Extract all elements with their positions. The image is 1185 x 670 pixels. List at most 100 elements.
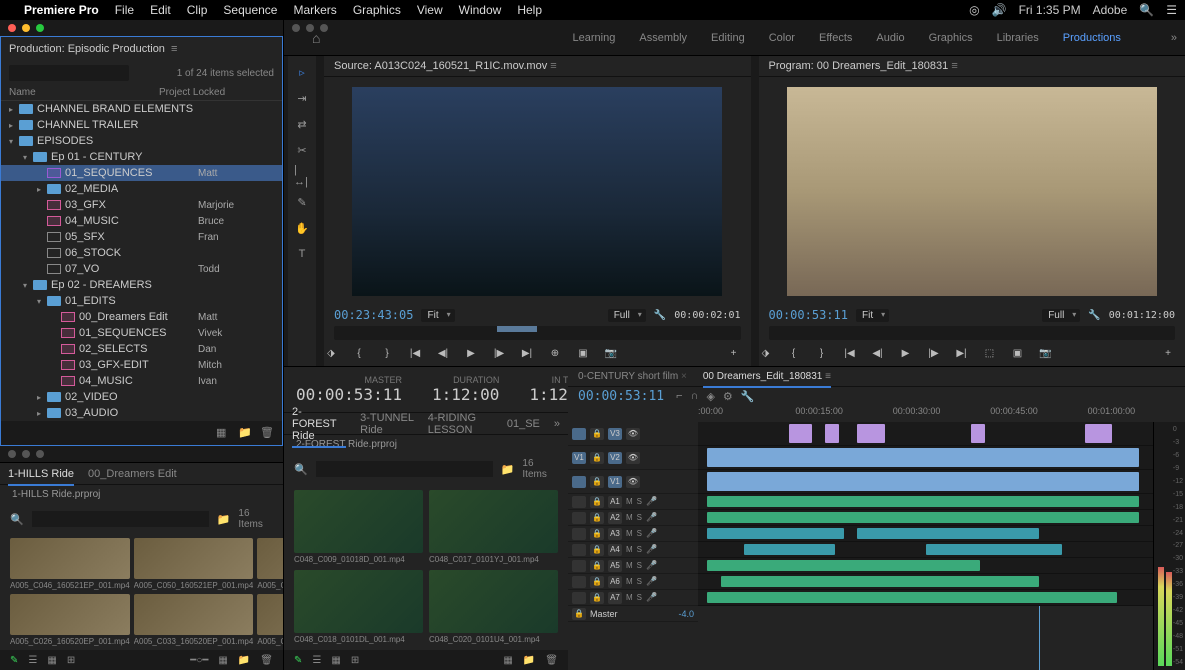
icon-view-icon[interactable]: ▦ <box>47 655 56 666</box>
insert-icon[interactable]: ⊕ <box>548 346 562 360</box>
audio-track-header[interactable]: 🔒A2M S 🎤 <box>568 510 698 526</box>
play-icon[interactable]: ▶ <box>899 346 913 360</box>
overwrite-icon[interactable]: ▣ <box>576 346 590 360</box>
lock-icon[interactable]: 🔒 <box>590 592 604 604</box>
button-editor-icon[interactable]: + <box>727 346 741 360</box>
timeline-clip[interactable] <box>789 424 812 443</box>
timeline-clip[interactable] <box>744 544 835 555</box>
source-patch[interactable] <box>572 544 586 556</box>
clip-thumbnail[interactable]: A005_C057_160521EP_001.mp4 <box>257 538 283 590</box>
panel-menu-icon[interactable]: ≡ <box>171 43 177 55</box>
tab-riding[interactable]: 4-RIDING LESSON <box>428 412 493 436</box>
type-icon[interactable]: T <box>294 246 310 262</box>
search-icon[interactable]: 🔍 <box>10 513 24 526</box>
slip-icon[interactable]: |↔| <box>294 168 310 184</box>
source-tc-left[interactable]: 00:23:43:05 <box>334 308 413 322</box>
track-target[interactable]: A1 <box>608 496 622 508</box>
new-item-icon[interactable]: ▦ <box>216 426 230 440</box>
tree-item[interactable]: 02_SELECTSDan <box>1 341 282 357</box>
menu-graphics[interactable]: Graphics <box>353 3 401 17</box>
timeline-clip[interactable] <box>971 424 985 443</box>
mark-out-icon[interactable]: { <box>352 346 366 360</box>
timeline-clip[interactable] <box>707 496 1139 507</box>
trash-icon[interactable]: 🗑 <box>545 655 558 666</box>
toggle-output[interactable]: 👁 <box>626 428 640 440</box>
timeline-clip[interactable] <box>1085 424 1112 443</box>
expand-icon[interactable]: ▸ <box>37 409 47 418</box>
tree-item[interactable]: ▸03_AUDIO <box>1 405 282 421</box>
new-item-icon[interactable]: ▦ <box>503 655 512 666</box>
menu-file[interactable]: File <box>115 3 134 17</box>
lift-icon[interactable]: ⬚ <box>983 346 997 360</box>
icon-view-icon[interactable]: ▦ <box>331 655 340 666</box>
clip-thumbnail[interactable]: A005_C032_160520EP_001.mp4 <box>257 594 283 646</box>
lock-icon[interactable]: 🔒 <box>590 476 604 488</box>
close-icon[interactable] <box>292 24 300 32</box>
step-back-icon[interactable]: ◀| <box>436 346 450 360</box>
toggle-output[interactable]: 👁 <box>626 476 640 488</box>
timeline-clip[interactable] <box>707 592 1117 603</box>
filter-input[interactable] <box>32 511 209 527</box>
expand-icon[interactable]: ▸ <box>9 121 19 130</box>
track-target[interactable]: A5 <box>608 560 622 572</box>
tree-item[interactable]: 04_MUSICIvan <box>1 373 282 389</box>
audio-lane[interactable] <box>698 558 1153 574</box>
audio-lane[interactable] <box>698 590 1153 606</box>
track-target[interactable]: V2 <box>608 452 622 464</box>
timeline-clip[interactable] <box>707 512 1139 523</box>
clip-thumbnail[interactable]: C048_C020_0101U4_001.mp4 <box>429 570 558 644</box>
col-name[interactable]: Name <box>9 87 159 98</box>
zoom-slider[interactable]: ━○━ <box>190 655 208 666</box>
list-view-icon[interactable]: ☰ <box>28 655 37 666</box>
menu-icon[interactable]: ☰ <box>1166 3 1177 17</box>
go-out-icon[interactable]: ▶| <box>520 346 534 360</box>
workspace-graphics[interactable]: Graphics <box>929 32 973 44</box>
audio-track-header[interactable]: 🔒A1M S 🎤 <box>568 494 698 510</box>
video-track-header[interactable]: 🔒V3👁 <box>568 422 698 446</box>
mic-icon[interactable]: 🎤 <box>646 512 657 523</box>
expand-icon[interactable]: ▸ <box>37 185 47 194</box>
full-select[interactable]: Full <box>1042 309 1080 322</box>
track-select-icon[interactable]: ⇥ <box>294 90 310 106</box>
export-frame-icon[interactable]: 📷 <box>604 346 618 360</box>
mark-out-icon[interactable]: } <box>380 346 394 360</box>
tree-item[interactable]: 00_Dreamers EditMatt <box>1 309 282 325</box>
timeline-clip[interactable] <box>707 528 844 539</box>
lock-icon[interactable]: 🔒 <box>590 428 604 440</box>
expand-icon[interactable]: ▸ <box>37 393 47 402</box>
tab-se[interactable]: 01_SE <box>507 418 540 430</box>
workspace-editing[interactable]: Editing <box>711 32 745 44</box>
tree-item[interactable]: 04_MUSICBruce <box>1 213 282 229</box>
close-icon[interactable] <box>8 450 16 458</box>
overflow-icon[interactable]: » <box>554 418 560 430</box>
timeline-clip[interactable] <box>707 560 980 571</box>
overflow-icon[interactable]: » <box>1171 32 1177 44</box>
new-bin-icon[interactable]: 📁 <box>238 655 250 666</box>
video-lane[interactable] <box>698 446 1153 470</box>
tree-item[interactable]: ▾EPISODES <box>1 133 282 149</box>
freeform-icon[interactable]: ⊞ <box>351 655 359 666</box>
freeform-icon[interactable]: ⊞ <box>67 655 75 666</box>
tree-item[interactable]: 01_SEQUENCESMatt <box>1 165 282 181</box>
source-patch[interactable] <box>572 428 586 440</box>
mic-icon[interactable]: 🎤 <box>646 528 657 539</box>
search-input[interactable] <box>9 65 129 81</box>
clip-thumbnail[interactable]: A005_C050_160521EP_001.mp4 <box>134 538 254 590</box>
export-frame-icon[interactable]: 📷 <box>1039 346 1053 360</box>
workspace-learning[interactable]: Learning <box>573 32 616 44</box>
video-lane[interactable] <box>698 470 1153 494</box>
tree-item[interactable]: 03_GFXMarjorie <box>1 197 282 213</box>
tree-item[interactable]: 01_SEQUENCESVivek <box>1 325 282 341</box>
fit-select[interactable]: Fit <box>421 309 454 322</box>
step-back-icon[interactable]: ◀| <box>871 346 885 360</box>
workspace-effects[interactable]: Effects <box>819 32 852 44</box>
bin-icon[interactable]: 📁 <box>217 513 231 526</box>
list-view-icon[interactable]: ☰ <box>312 655 321 666</box>
pen-icon[interactable]: ✎ <box>10 655 18 666</box>
workspace-audio[interactable]: Audio <box>876 32 904 44</box>
source-video-frame[interactable] <box>352 87 722 296</box>
audio-lane[interactable] <box>698 510 1153 526</box>
trash-icon[interactable]: 🗑 <box>260 655 273 666</box>
lock-icon[interactable]: 🔒 <box>590 560 604 572</box>
fit-select[interactable]: Fit <box>856 309 889 322</box>
